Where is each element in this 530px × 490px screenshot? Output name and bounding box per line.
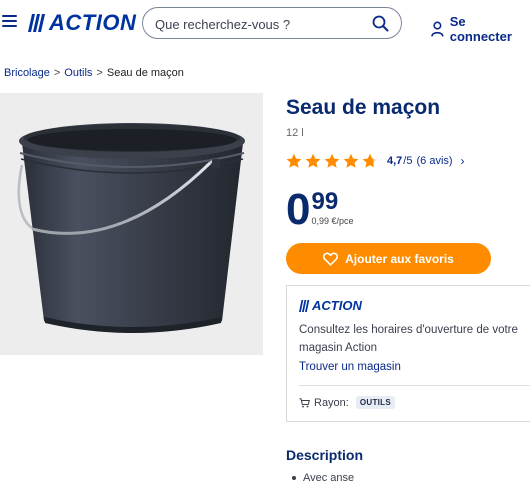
cart-icon xyxy=(299,397,310,407)
login-link[interactable]: Se connecter xyxy=(431,14,530,44)
logo-wordmark: ACTION xyxy=(49,10,137,35)
price-integer: 0 xyxy=(286,185,311,234)
add-to-favorites-label: Ajouter aux favoris xyxy=(345,251,454,266)
product-volume: 12 l xyxy=(286,127,304,139)
product-rating[interactable]: 4,7 /5 (6 avis) › xyxy=(286,153,465,169)
search-bar[interactable] xyxy=(142,7,402,39)
search-input[interactable] xyxy=(155,14,365,34)
breadcrumb-separator: > xyxy=(53,67,61,79)
logo-stripes-icon xyxy=(299,299,310,312)
rating-score: 4,7 xyxy=(387,155,403,167)
hamburger-icon[interactable] xyxy=(2,15,17,27)
description-title: Description xyxy=(286,447,364,463)
chevron-right-icon: › xyxy=(460,154,465,168)
description-item: Avec anse xyxy=(303,472,355,484)
rayon-badge[interactable]: OUTILS xyxy=(355,396,395,409)
breadcrumb: Bricolage > Outils > Seau de maçon xyxy=(4,67,184,79)
rating-count: (6 avis) xyxy=(416,155,453,167)
list-item: Avec anse xyxy=(292,472,354,484)
breadcrumb-link-bricolage[interactable]: Bricolage xyxy=(4,67,50,79)
description-list: Avec anse xyxy=(292,472,354,484)
site-header: ACTION Se connecter xyxy=(0,0,530,46)
search-icon[interactable] xyxy=(372,15,389,32)
find-store-link[interactable]: Trouver un magasin xyxy=(299,361,401,373)
store-action-logo: ACTION xyxy=(299,298,362,313)
user-icon xyxy=(431,21,444,37)
heart-icon xyxy=(323,252,339,266)
rating-stars xyxy=(286,153,381,169)
star-icon xyxy=(324,153,340,168)
bullet xyxy=(292,476,296,480)
add-to-favorites-button[interactable]: Ajouter aux favoris xyxy=(286,243,491,274)
rayon-label: Rayon: xyxy=(314,396,349,409)
product-title: Seau de maçon xyxy=(286,96,441,119)
store-hours-text: Consultez les horaires d'ouverture de vo… xyxy=(299,324,518,354)
star-icon xyxy=(305,153,321,168)
logo-stripes-icon xyxy=(28,14,45,32)
star-icon xyxy=(286,153,302,168)
divider xyxy=(299,385,530,386)
unit-price: 0,99 €/pce xyxy=(311,216,354,226)
star-icon xyxy=(343,153,359,168)
breadcrumb-link-outils[interactable]: Outils xyxy=(64,67,92,79)
store-logo-wordmark: ACTION xyxy=(312,298,362,313)
product-image[interactable] xyxy=(0,93,263,355)
rayon-info: Rayon: OUTILS xyxy=(299,396,395,409)
bucket-image xyxy=(17,123,245,333)
product-price: 0 99 0,99 €/pce xyxy=(286,185,354,234)
store-info-box: ACTION Consultez les horaires d'ouvertur… xyxy=(286,285,530,422)
breadcrumb-separator: > xyxy=(96,67,103,79)
login-label: Se connecter xyxy=(449,14,512,44)
rating-scale: /5 xyxy=(403,155,413,167)
action-logo[interactable]: ACTION xyxy=(28,12,136,34)
breadcrumb-current: Seau de maçon xyxy=(106,67,184,79)
star-half-icon xyxy=(362,153,378,168)
price-cents: 99 xyxy=(311,188,339,215)
